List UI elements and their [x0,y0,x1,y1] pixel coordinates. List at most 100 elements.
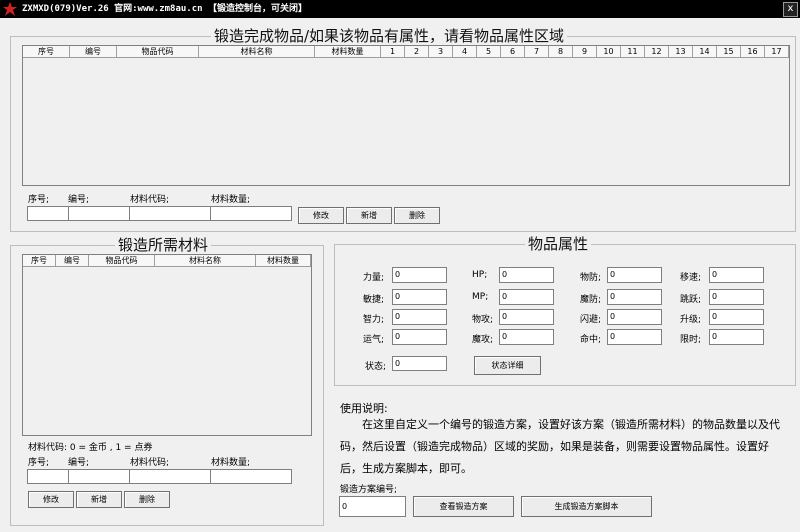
status-detail-button[interactable]: 状态详细 [474,356,541,375]
finished-header-col-14[interactable]: 9 [573,46,597,57]
materials-qty-input[interactable] [210,469,292,484]
attributes-legend: 物品属性 [528,235,589,253]
attr-input-11[interactable]: 0 [607,309,662,325]
attr-label-11: 闪避; [580,315,602,325]
window-title: ZXMXD(079)Ver.26 官网:www.zm8au.cn 【锻造控制台，… [22,4,307,14]
finished-header-col-12[interactable]: 7 [525,46,549,57]
materials-header-col-4[interactable]: 材料名称 [155,255,256,266]
help-text: 在这里自定义一个编号的锻造方案，设置好该方案（锻造所需材料）的物品数量以及代码，… [340,418,780,475]
materials-qty-label: 材料数量; [211,458,251,468]
attr-label-6: MP; [472,292,489,302]
materials-code-hint: 材料代码: 0 = 金币 , 1 = 点券 [28,443,153,453]
finished-header-col-2[interactable]: 编号 [70,46,117,57]
finished-header-col-10[interactable]: 5 [477,46,501,57]
finished-header-col-15[interactable]: 10 [597,46,621,57]
materials-header-col-5[interactable]: 材料数量 [256,255,311,266]
finished-id-label: 编号; [68,195,90,205]
attr-label-16: 限时; [680,335,702,345]
generate-script-button[interactable]: 生成锻造方案脚本 [521,496,652,517]
attr-input-10[interactable]: 0 [499,309,554,325]
finished-header-col-5[interactable]: 材料数量 [315,46,381,57]
materials-seq-label: 序号; [28,458,50,468]
finished-code-label: 材料代码; [130,195,170,205]
materials-header-col-3[interactable]: 物品代码 [89,255,155,266]
close-button[interactable]: x [783,2,798,17]
finished-header-col-20[interactable]: 15 [717,46,741,57]
materials-header-col-1[interactable]: 序号 [23,255,56,266]
materials-code-label: 材料代码; [130,458,170,468]
attr-input-1[interactable]: 0 [392,267,447,283]
attr-input-16[interactable]: 0 [709,329,764,345]
app-logo-icon [3,2,17,16]
attr-label-7: 魔防; [580,295,602,305]
attr-input-12[interactable]: 0 [709,309,764,325]
attr-input-9[interactable]: 0 [392,309,447,325]
attr-input-15[interactable]: 0 [607,329,662,345]
materials-table[interactable]: 序号 编号 物品代码 材料名称 材料数量 [22,254,312,436]
materials-code-input[interactable] [129,469,211,484]
finished-items-header: 序号 编号 物品代码 材料名称 材料数量 1 2 3 4 5 6 7 8 9 10 11 12 13 14 15 16 1… [23,46,789,58]
finished-header-col-6[interactable]: 1 [381,46,405,57]
attr-input-8[interactable]: 0 [709,289,764,305]
attr-label-9: 智力; [363,315,385,325]
finished-header-col-17[interactable]: 12 [645,46,669,57]
finished-qty-label: 材料数量; [211,195,251,205]
attr-label-10: 物攻; [472,315,494,325]
finished-header-col-16[interactable]: 11 [621,46,645,57]
materials-delete-button[interactable]: 删除 [124,491,170,508]
attr-input-6[interactable]: 0 [499,289,554,305]
materials-edit-button[interactable]: 修改 [28,491,74,508]
materials-legend: 锻造所需材料 [118,236,209,254]
attr-input-7[interactable]: 0 [607,289,662,305]
plan-label: 锻造方案编号; [340,485,398,495]
finished-code-input[interactable] [129,206,211,221]
finished-seq-label: 序号; [28,195,50,205]
finished-header-col-7[interactable]: 2 [405,46,429,57]
status-input[interactable]: 0 [392,356,447,371]
finished-header-col-1[interactable]: 序号 [23,46,70,57]
attr-label-14: 魔攻; [472,335,494,345]
finished-edit-button[interactable]: 修改 [298,207,344,224]
view-plan-button[interactable]: 查看锻造方案 [413,496,514,517]
finished-header-col-21[interactable]: 16 [741,46,765,57]
attr-input-13[interactable]: 0 [392,329,447,345]
finished-id-input[interactable] [68,206,130,221]
finished-header-col-11[interactable]: 6 [501,46,525,57]
finished-delete-button[interactable]: 删除 [394,207,440,224]
attr-label-1: 力量; [363,273,385,283]
finished-header-col-22[interactable]: 17 [765,46,789,57]
attr-label-12: 升级; [680,315,702,325]
attr-input-14[interactable]: 0 [499,329,554,345]
finished-seq-input[interactable] [27,206,69,221]
finished-header-col-8[interactable]: 3 [429,46,453,57]
materials-add-button[interactable]: 新增 [76,491,122,508]
attr-label-8: 跳跃; [680,295,702,305]
materials-header: 序号 编号 物品代码 材料名称 材料数量 [23,255,311,267]
attr-label-3: 物防; [580,273,602,283]
attr-input-5[interactable]: 0 [392,289,447,305]
materials-seq-input[interactable] [27,469,69,484]
finished-header-col-18[interactable]: 13 [669,46,693,57]
finished-header-col-9[interactable]: 4 [453,46,477,57]
finished-items-legend: 锻造完成物品/如果该物品有属性，请看物品属性区域 [214,27,565,45]
attr-label-5: 敏捷; [363,295,385,305]
finished-add-button[interactable]: 新增 [346,207,392,224]
attr-label-4: 移速; [680,273,702,283]
finished-items-table[interactable]: 序号 编号 物品代码 材料名称 材料数量 1 2 3 4 5 6 7 8 9 10 11 12 13 14 15 16 1… [22,45,790,186]
plan-number-input[interactable]: 0 [339,496,406,517]
attr-input-3[interactable]: 0 [607,267,662,283]
attr-input-4[interactable]: 0 [709,267,764,283]
finished-qty-input[interactable] [210,206,292,221]
materials-id-label: 编号; [68,458,90,468]
materials-id-input[interactable] [68,469,130,484]
materials-header-col-2[interactable]: 编号 [56,255,89,266]
attr-label-2: HP; [472,270,488,280]
title-bar: ZXMXD(079)Ver.26 官网:www.zm8au.cn 【锻造控制台，… [0,0,800,18]
finished-header-col-4[interactable]: 材料名称 [199,46,315,57]
status-label: 状态; [365,362,387,372]
attr-label-13: 运气; [363,335,385,345]
finished-header-col-3[interactable]: 物品代码 [117,46,199,57]
finished-header-col-13[interactable]: 8 [549,46,573,57]
attr-input-2[interactable]: 0 [499,267,554,283]
finished-header-col-19[interactable]: 14 [693,46,717,57]
